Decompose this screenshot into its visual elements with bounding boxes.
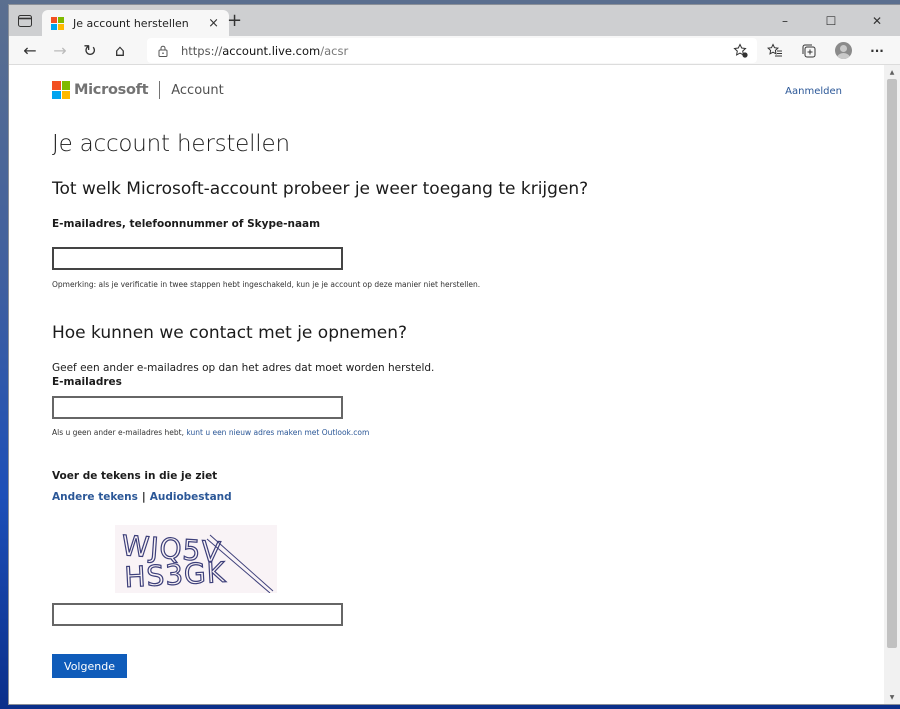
refresh-button[interactable]: ↻: [75, 36, 105, 64]
page-title: Je account herstellen: [52, 131, 290, 157]
collections-icon[interactable]: [792, 36, 826, 65]
scroll-thumb[interactable]: [887, 79, 897, 648]
back-button[interactable]: ←: [15, 36, 45, 64]
minimize-button[interactable]: –: [762, 5, 808, 36]
window-controls: – ☐ ✕: [762, 5, 900, 36]
avatar-icon: [834, 42, 852, 59]
tab-actions-icon: [18, 15, 32, 27]
ms-header: Microsoft Account: [52, 81, 224, 99]
next-button[interactable]: Volgende: [52, 654, 127, 678]
signin-link[interactable]: Aanmelden: [785, 86, 842, 97]
captcha-input[interactable]: [52, 603, 343, 626]
profile-avatar[interactable]: [826, 36, 860, 65]
new-captcha-link[interactable]: Andere tekens: [52, 491, 138, 503]
forward-button[interactable]: →: [45, 36, 75, 64]
url-scheme: https://: [181, 43, 223, 58]
new-tab-button[interactable]: +: [227, 12, 242, 30]
two-step-note: Opmerking: als je verificatie in twee st…: [52, 280, 481, 289]
home-button[interactable]: ⌂: [105, 36, 135, 64]
header-divider: [159, 81, 161, 99]
url-path: /acsr: [320, 43, 349, 58]
maximize-button[interactable]: ☐: [808, 5, 854, 36]
url-text[interactable]: https://account.live.com/acsr: [181, 44, 348, 58]
lock-icon[interactable]: [157, 45, 169, 57]
microsoft-favicon-icon: [51, 17, 64, 30]
link-separator: |: [141, 491, 146, 503]
create-outlook-link[interactable]: kunt u een nieuw adres maken met Outlook…: [186, 428, 369, 437]
address-bar[interactable]: https://account.live.com/acsr: [147, 38, 757, 63]
scroll-down-icon[interactable]: ▼: [884, 690, 900, 704]
captcha-image: WJQ5V HS3GK: [115, 525, 277, 595]
audio-captcha-link[interactable]: Audiobestand: [150, 491, 232, 503]
contact-email-label: E-mailadres: [52, 376, 122, 388]
page-viewport: Microsoft Account Aanmelden Je account h…: [9, 65, 900, 704]
section2-heading: Hoe kunnen we contact met je opnemen?: [52, 323, 408, 343]
browser-toolbar: ← → ↻ ⌂ https://account.live.com/acsr ··…: [9, 36, 900, 65]
add-favorite-icon[interactable]: [724, 36, 758, 65]
tab-actions-button[interactable]: [15, 12, 35, 30]
scroll-up-icon[interactable]: ▲: [884, 65, 900, 79]
account-input[interactable]: [52, 247, 343, 270]
more-icon[interactable]: ···: [860, 36, 894, 65]
brand-name[interactable]: Microsoft: [74, 82, 149, 98]
browser-window: Je account herstellen × + – ☐ ✕ ← → ↻ ⌂ …: [8, 4, 900, 705]
outlook-note: Als u geen ander e-mailadres hebt, kunt …: [52, 428, 369, 437]
captcha-links: Andere tekens | Audiobestand: [52, 491, 232, 503]
tab-strip: Je account herstellen × + – ☐ ✕: [9, 5, 900, 37]
url-host: account.live.com: [222, 43, 321, 58]
tab-active[interactable]: Je account herstellen ×: [42, 10, 229, 37]
captcha-svg: WJQ5V HS3GK: [120, 528, 274, 595]
captcha-line2: HS3GK: [124, 556, 227, 593]
favorites-icon[interactable]: [758, 36, 792, 65]
contact-description: Geef een ander e-mailadres op dan het ad…: [52, 362, 435, 374]
captcha-label: Voer de tekens in die je ziet: [52, 470, 218, 482]
product-name[interactable]: Account: [171, 83, 224, 98]
vertical-scrollbar[interactable]: ▲ ▼: [884, 65, 900, 704]
close-window-button[interactable]: ✕: [854, 5, 900, 36]
outlook-note-text: Als u geen ander e-mailadres hebt,: [52, 428, 187, 437]
tab-title: Je account herstellen: [73, 17, 189, 30]
contact-email-input[interactable]: [52, 396, 343, 419]
account-field-label: E-mailadres, telefoonnummer of Skype-naa…: [52, 218, 321, 230]
tab-close-icon[interactable]: ×: [208, 16, 219, 31]
microsoft-logo-icon[interactable]: [52, 81, 70, 99]
toolbar-right: ···: [724, 36, 894, 65]
section1-heading: Tot welk Microsoft-account probeer je we…: [52, 179, 589, 199]
